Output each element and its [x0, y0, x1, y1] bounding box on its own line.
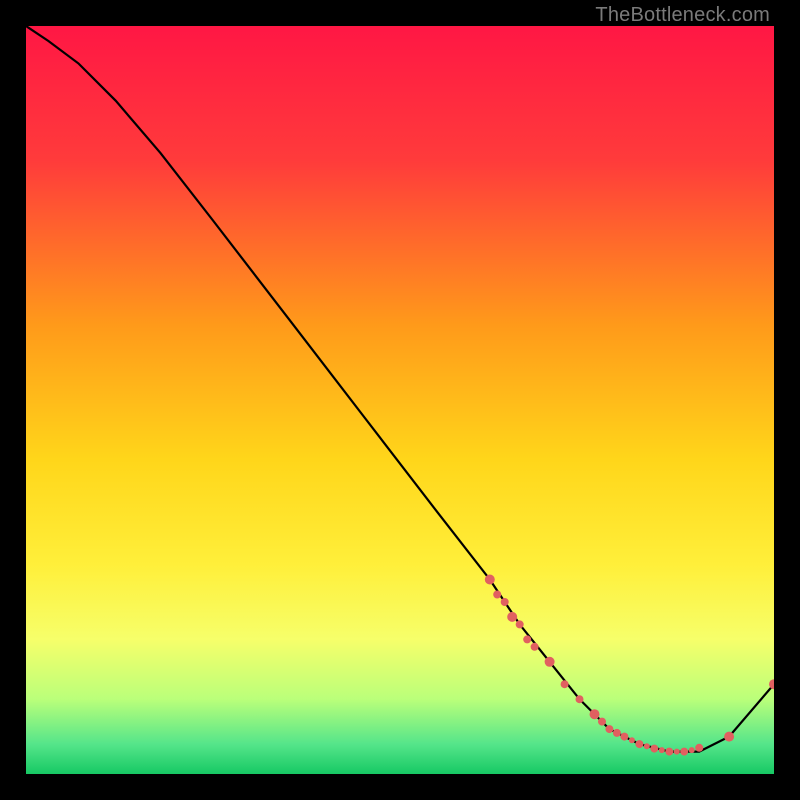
marker-point — [605, 725, 613, 733]
gradient-background — [26, 26, 774, 774]
marker-point — [689, 747, 695, 753]
marker-point — [650, 745, 658, 753]
marker-point — [724, 732, 734, 742]
watermark-text: TheBottleneck.com — [595, 4, 770, 27]
marker-point — [629, 737, 635, 743]
marker-point — [531, 643, 539, 651]
marker-point — [590, 709, 600, 719]
marker-point — [485, 575, 495, 585]
marker-point — [644, 743, 650, 749]
marker-point — [523, 635, 531, 643]
marker-point — [516, 620, 524, 628]
marker-point — [695, 744, 703, 752]
marker-point — [493, 591, 501, 599]
marker-point — [576, 695, 584, 703]
marker-point — [507, 612, 517, 622]
marker-point — [501, 598, 509, 606]
marker-point — [561, 680, 569, 688]
marker-point — [659, 747, 665, 753]
marker-point — [635, 740, 643, 748]
marker-point — [545, 657, 555, 667]
marker-point — [674, 749, 680, 755]
marker-point — [680, 748, 688, 756]
chart-frame — [26, 26, 774, 774]
marker-point — [613, 729, 621, 737]
marker-point — [598, 718, 606, 726]
bottleneck-chart — [26, 26, 774, 774]
marker-point — [620, 733, 628, 741]
marker-point — [665, 748, 673, 756]
